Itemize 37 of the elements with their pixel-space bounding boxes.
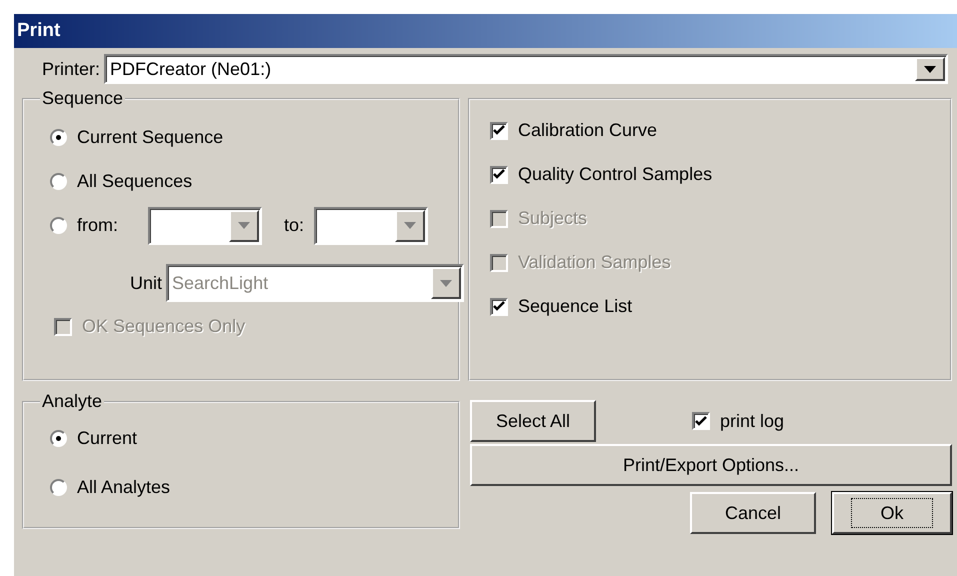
checkbox-label: Calibration Curve [518, 120, 658, 141]
checkbox[interactable] [490, 298, 508, 316]
to-label: to: [284, 215, 304, 236]
cancel-button[interactable]: Cancel [690, 492, 816, 534]
checkbox[interactable] [692, 412, 710, 430]
select-all-button[interactable]: Select All [470, 400, 596, 442]
checkbox-label: print log [720, 410, 784, 432]
checkbox-label: Quality Control Samples [518, 164, 712, 185]
radio-button[interactable] [50, 217, 67, 234]
radio-button[interactable] [50, 430, 67, 447]
window-title: Print [14, 14, 957, 48]
radio-button[interactable] [50, 173, 67, 190]
ok-button[interactable]: Ok [832, 492, 952, 534]
to-dropdown[interactable] [314, 206, 428, 244]
checkbox-label: Validation Samples [518, 252, 671, 273]
checkbox[interactable] [490, 122, 508, 140]
checkbox-label: Sequence List [518, 296, 632, 317]
radio-label: Current [77, 428, 138, 449]
printer-label: Printer: [42, 58, 100, 80]
checkbox-label: OK Sequences Only [82, 316, 246, 337]
options-button[interactable]: Print/Export Options... [470, 444, 952, 486]
printer-dropdown[interactable]: PDFCreator (Ne01:) [104, 54, 948, 84]
radio-button[interactable] [50, 479, 67, 496]
unit-label: Unit [130, 272, 162, 294]
radio-label: Current Sequence [77, 127, 224, 148]
radio-label: All Sequences [77, 171, 192, 192]
radio-label: from: [77, 215, 118, 236]
radio-button[interactable] [50, 129, 67, 146]
dropdown-arrow-icon [440, 280, 452, 286]
group-title: Sequence [41, 88, 124, 109]
checkbox-label: Subjects [518, 208, 588, 229]
radio-label: All Analytes [77, 477, 170, 498]
dropdown-arrow-icon [238, 222, 250, 229]
checkbox[interactable] [490, 166, 508, 184]
dropdown-arrow-icon [404, 222, 416, 229]
dropdown-arrow-icon [924, 66, 936, 72]
group-title: Analyte [41, 391, 104, 412]
